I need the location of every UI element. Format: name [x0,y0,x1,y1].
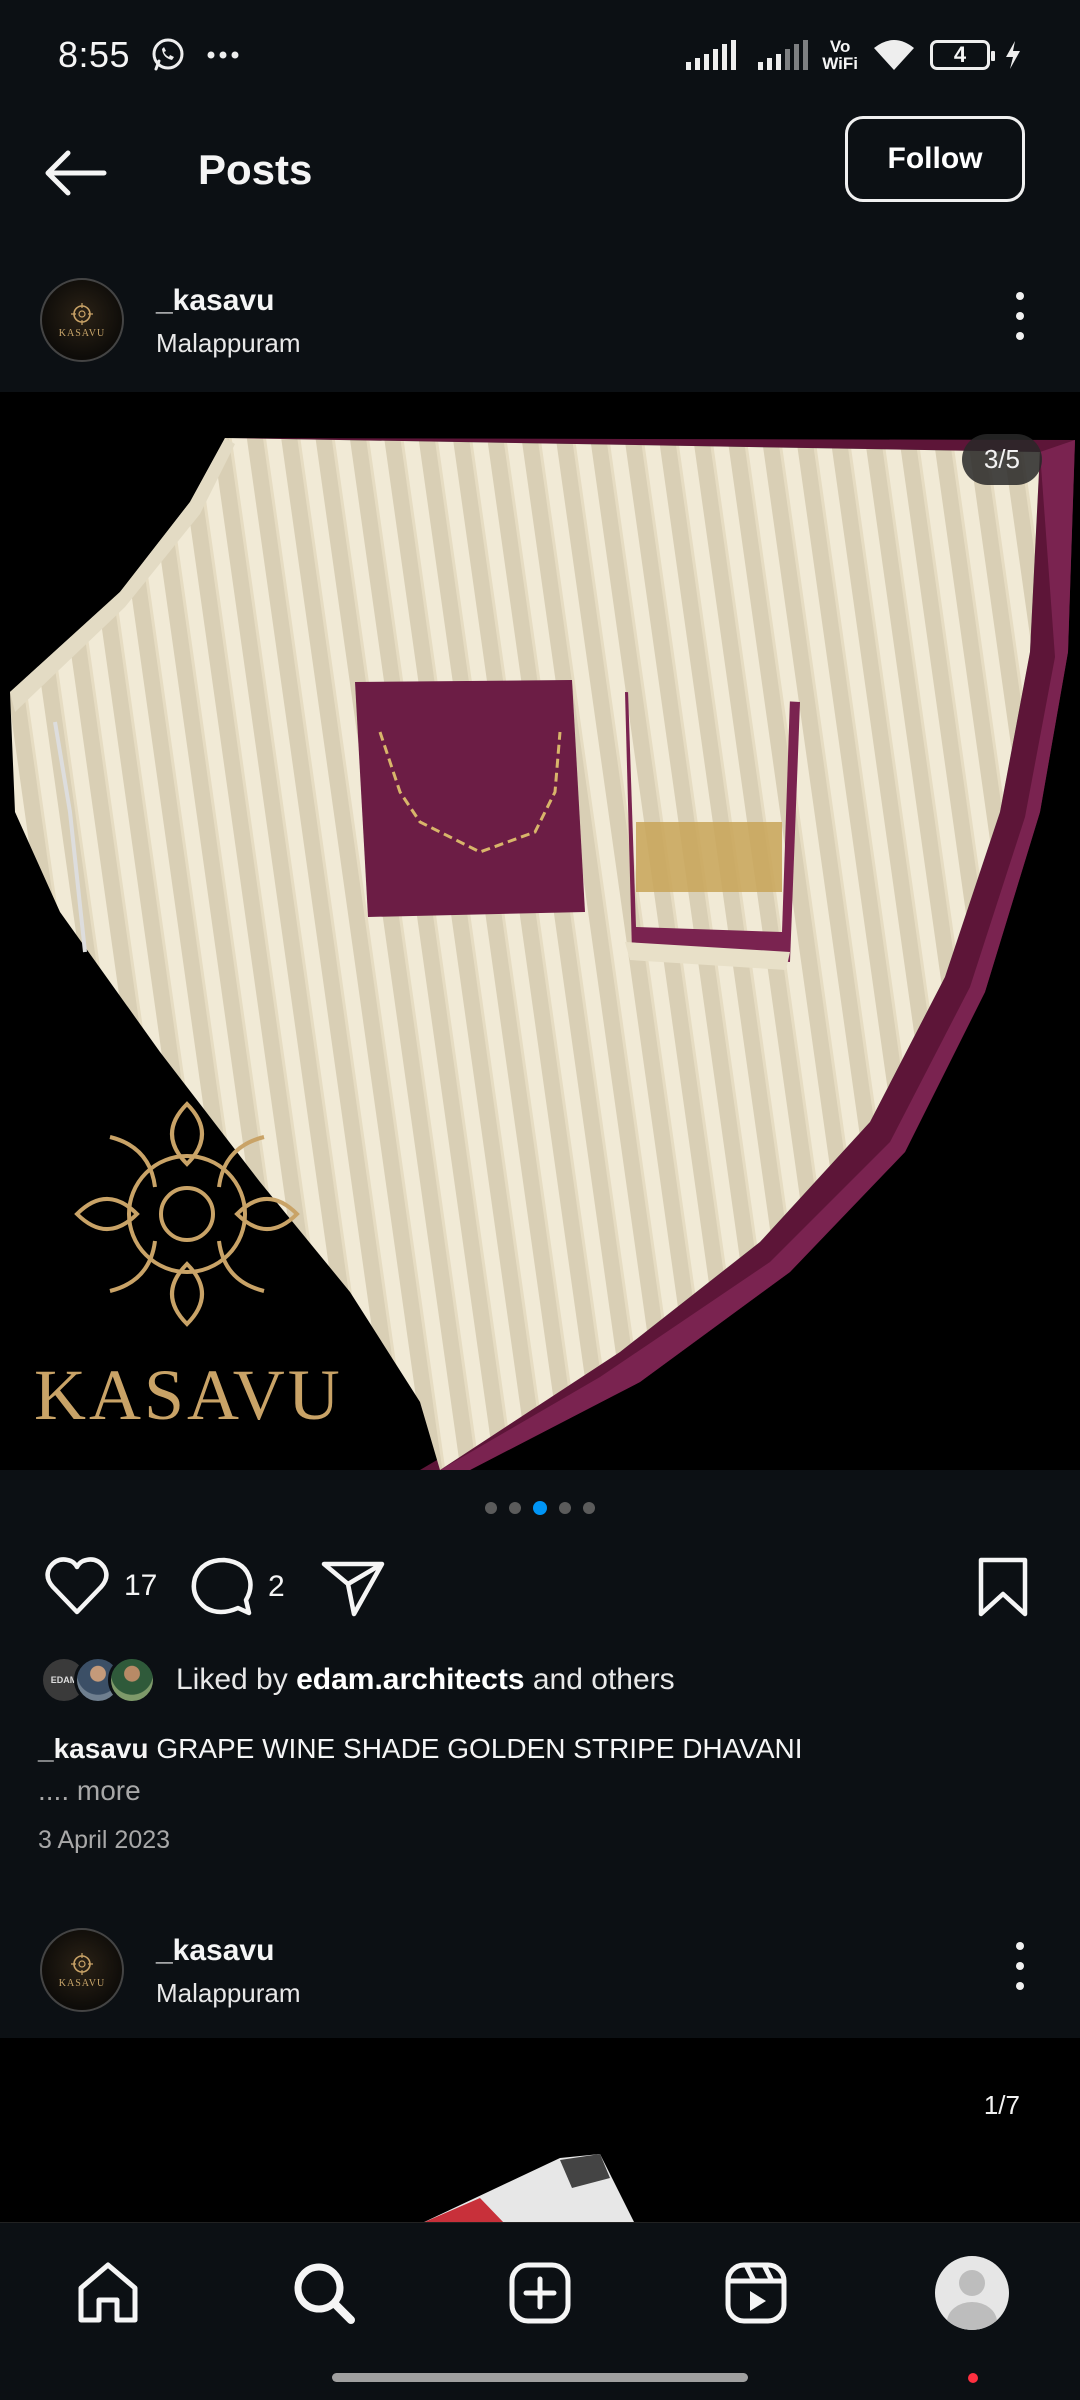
nav-reels[interactable] [716,2253,796,2333]
liked-by-row[interactable]: EDAM Liked by edam.architects and others [40,1656,675,1704]
caption-username[interactable]: _kasavu [38,1733,149,1764]
comment-action[interactable]: 2 [190,1556,285,1618]
avatar[interactable]: KASAVU [40,1928,124,2012]
post-image[interactable]: 1/7 [0,2038,1080,2224]
vowifi-label: Vo WiFi [822,37,858,73]
notification-dot [968,2373,978,2383]
next-post-photo [0,2038,1080,2224]
carousel-indicator [0,1501,1080,1515]
nav-profile[interactable] [932,2253,1012,2333]
whatsapp-icon [152,38,184,71]
status-bar: 8:55 Vo WiFi 4 [0,0,1080,110]
home-indicator[interactable] [332,2373,748,2382]
post-image[interactable]: 3/5 KASAVU [0,392,1080,1470]
brand-watermark: KASAVU [34,1355,343,1435]
battery-icon: 4 [930,40,995,70]
caption-more-link[interactable]: .... more [38,1770,1038,1812]
more-options-icon[interactable] [1000,1938,1040,1994]
heart-icon[interactable] [44,1556,110,1616]
dhavani-photo [0,392,1080,1470]
avatar-logo-text: KASAVU [58,328,106,339]
reels-icon[interactable] [724,2261,788,2325]
wifi-icon [874,40,914,70]
carousel-counter: 1/7 [983,2090,1020,2120]
home-icon[interactable] [75,2260,141,2326]
carousel-dot [583,1502,595,1514]
carousel-dot [509,1502,521,1514]
liked-by-user[interactable]: edam.architects [296,1663,524,1696]
avatar[interactable]: KASAVU [40,278,124,362]
like-action[interactable]: 17 [44,1556,157,1616]
like-count[interactable]: 17 [124,1569,157,1603]
caption-text: GRAPE WINE SHADE GOLDEN STRIPE DHAVANI [148,1733,803,1764]
liked-by-text[interactable]: Liked by edam.architects and others [176,1663,675,1697]
page-title: Posts [198,146,313,193]
comment-icon[interactable] [190,1556,254,1618]
nav-create[interactable] [500,2253,580,2333]
more-options-icon[interactable] [1000,288,1040,344]
signal-icon-2 [758,40,809,70]
post-location[interactable]: Malappuram [156,328,301,359]
post-date: 3 April 2023 [38,1826,171,1854]
top-header: Posts Follow [0,110,1080,234]
share-icon[interactable] [320,1558,386,1618]
post-location[interactable]: Malappuram [156,1978,301,2009]
post-caption[interactable]: _kasavu GRAPE WINE SHADE GOLDEN STRIPE D… [38,1728,1038,1812]
carousel-counter: 3/5 [961,434,1042,485]
nav-search[interactable] [284,2253,364,2333]
clock: 8:55 [58,34,131,75]
profile-avatar[interactable] [935,2256,1009,2330]
back-arrow-icon[interactable] [42,148,108,198]
more-notifications-icon [207,51,239,59]
bookmark-icon[interactable] [976,1556,1030,1618]
follow-button[interactable]: Follow [845,116,1025,202]
liker-avatars: EDAM [40,1656,156,1704]
avatar-logo-text: KASAVU [58,1978,106,1989]
post-username[interactable]: _kasavu [156,1934,274,1968]
brand-emblem-icon [71,303,93,325]
post-username[interactable]: _kasavu [156,284,274,318]
comment-count[interactable]: 2 [268,1570,285,1604]
create-icon[interactable] [508,2261,572,2325]
post-actions: 17 2 [0,1556,1080,1626]
post-header: KASAVU _kasavu Malappuram [0,1908,1080,2028]
carousel-dot [485,1502,497,1514]
avatar [108,1656,156,1704]
nav-home[interactable] [68,2253,148,2333]
search-icon[interactable] [291,2260,357,2326]
charging-icon [1006,41,1020,69]
carousel-dot-active [533,1501,547,1515]
signal-icon-1 [686,40,737,70]
carousel-dot [559,1502,571,1514]
brand-emblem-icon [71,1953,93,1975]
post-header: KASAVU _kasavu Malappuram [0,258,1080,378]
